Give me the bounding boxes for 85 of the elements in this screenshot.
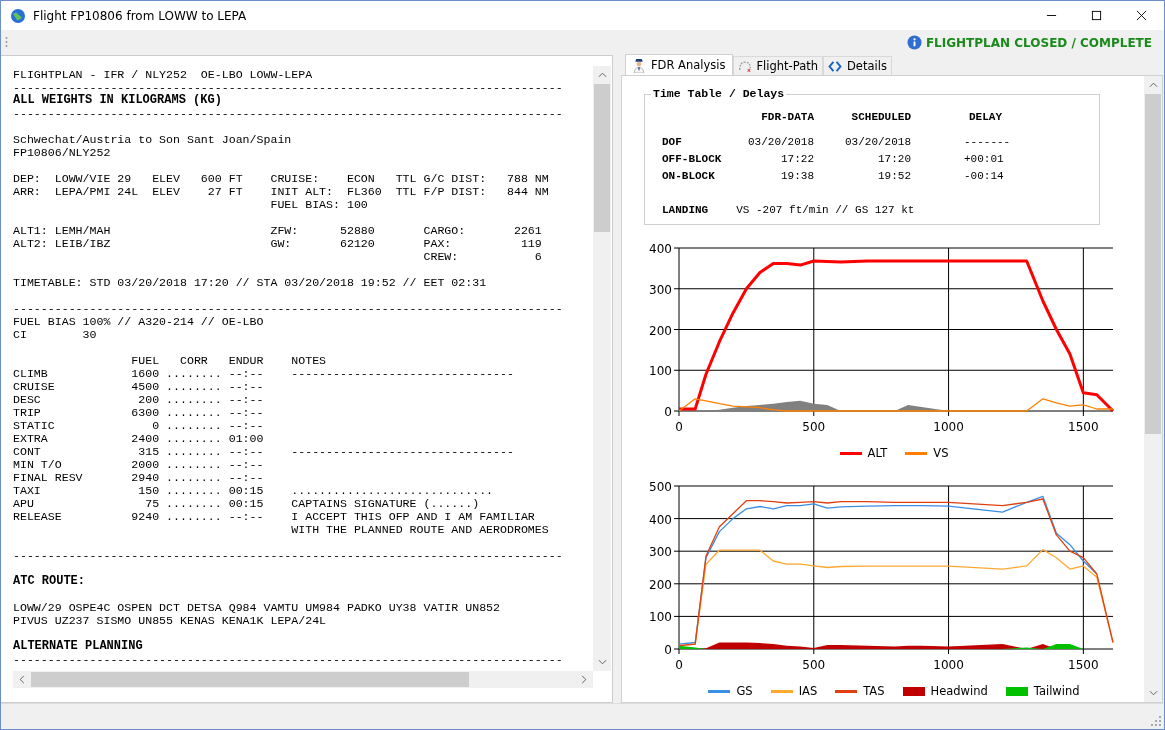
x-tick-label: 0 — [675, 658, 683, 672]
text-line: ------------------------------------------------------------------------------- — [13, 653, 564, 666]
text-line: ALT2: LEIB/IBZ GW: 62120 PAX: 119 — [13, 237, 543, 250]
y-tick-label: 0 — [664, 405, 672, 419]
window-title: Flight FP10806 from LOWW to LEPA — [33, 8, 247, 23]
y-tick-label: 100 — [649, 610, 672, 625]
text-line: FUEL BIAS 100% // A320-214 // OE-LBO — [13, 315, 265, 328]
text-line: LOWW/29 OSPE4C OSPEN DCT DETSA Q984 VAMTU UM984 PADKO UY38 VATIR UN852 — [13, 601, 502, 614]
table-cell-text: +00:01 — [963, 153, 1005, 165]
text-line: TIMETABLE: STD 03/20/2018 17:20 // STA 03/20/2018 19:52 // EET 02:31 — [13, 276, 488, 289]
text-line: WITH THE PLANNED ROUTE AND AERODROMES — [290, 523, 550, 536]
text-line: STATIC 0 ........ --:-- — [13, 419, 265, 432]
text-line: ALTERNATE PLANNING — [13, 640, 144, 653]
table-cell-text: 19:38 — [780, 170, 814, 182]
text-line: FLIGHTPLAN - IFR / NLY252 OE-LBO LOWW-LEPA — [13, 68, 314, 81]
text-line: CLIMB 1600 ........ --:-- -------------------------------- — [13, 367, 515, 380]
x-tick-label: 1500 — [1068, 658, 1099, 672]
table-cell-text: 03/20/2018 — [844, 136, 911, 148]
x-tick-label: 500 — [802, 658, 826, 672]
text-line: APU 75 ........ 00:15 CAPTAINS SIGNATURE (......) — [13, 497, 481, 510]
x-tick-label: 1000 — [933, 420, 964, 434]
text-line: ARR: LEPA/PMI 24L ELEV 27 FT INIT ALT: FL360 TTL F/P DIST: 844 NM — [13, 185, 550, 198]
text-line: ATC ROUTE: — [13, 575, 86, 588]
column-header: SCHEDULED — [850, 111, 911, 123]
text-line: ------------------------------------------------------------------------------- — [13, 81, 564, 94]
y-tick-label: 300 — [649, 282, 672, 297]
text-line: ALT1: LEMH/MAH ZFW: 52880 CARGO: 2261 — [13, 224, 543, 237]
legend-label: Headwind — [930, 684, 988, 698]
text-line: MIN T/O 2000 ........ --:-- — [13, 458, 265, 471]
legend-label: ALT — [867, 446, 888, 460]
x-tick-label: 0 — [675, 420, 683, 434]
group-title: Time Table / Delays — [651, 87, 787, 100]
y-tick-label: 500 — [649, 480, 672, 494]
row-label: DOF — [662, 136, 683, 148]
text-line: ------------------------------------------------------------------------------- — [13, 302, 564, 315]
text-line: CRUISE 4500 ........ --:-- — [13, 380, 265, 393]
text-line: CONT 315 ........ --:-- -------------------------------- — [13, 445, 515, 458]
table-cell-text: 03/20/2018 — [747, 136, 814, 148]
legend-label: IAS — [798, 684, 818, 698]
text-line: TAXI 150 ........ 00:15 ............................. — [13, 484, 495, 497]
tab[interactable]: Details — [823, 56, 892, 75]
row-label: ON-BLOCK — [662, 170, 716, 182]
text-line: Schwechat/Austria to Son Sant Joan/Spain — [13, 133, 293, 146]
x-tick-label: 1500 — [1068, 420, 1099, 434]
row-label: OFF-BLOCK — [662, 153, 723, 165]
text-line: FINAL RESV 2940 ........ --:-- — [13, 471, 265, 484]
legend-label: VS — [933, 446, 949, 460]
row-label: LANDING — [662, 204, 709, 216]
tab[interactable]: Flight-Path — [732, 56, 823, 75]
text-line: FUEL BIAS: 100 — [269, 198, 369, 211]
legend-label: Tailwind — [1033, 684, 1080, 698]
table-cell-text: 19:52 — [877, 170, 911, 182]
text-line: PIVUS UZ237 SISMO UN855 KENAS KENA1K LEPA/24L — [13, 614, 328, 627]
text-line: CI 30 — [13, 328, 98, 341]
table-cell-text: -00:14 — [963, 170, 1005, 182]
table-cell-text: 17:20 — [877, 153, 911, 165]
landing-value: VS -207 ft/min // GS 127 kt — [736, 204, 915, 216]
y-tick-label: 400 — [649, 512, 672, 527]
y-tick-label: 200 — [649, 577, 672, 592]
status-text: FLIGHTPLAN CLOSED / COMPLETE — [925, 35, 1152, 50]
column-header: DELAY — [968, 111, 1003, 123]
text-line: TRIP 6300 ........ --:-- — [13, 406, 265, 419]
text-line: ALL WEIGHTS IN KILOGRAMS (KG) — [13, 94, 223, 107]
x-tick-label: 1000 — [933, 658, 964, 672]
table-cell-text: 17:22 — [780, 153, 814, 165]
text-line: EXTRA 2400 ........ 01:00 — [13, 432, 265, 445]
text-line: FUEL CORR ENDUR NOTES — [130, 354, 328, 367]
column-header: FDR-DATA — [760, 111, 814, 123]
y-tick-label: 400 — [649, 242, 672, 256]
y-tick-label: 0 — [664, 643, 672, 657]
text-line: ------------------------------------------------------------------------------- — [13, 549, 564, 562]
y-tick-label: 300 — [649, 545, 672, 560]
text-line: DESC 200 ........ --:-- — [13, 393, 265, 406]
text-line: ------------------------------------------------------------------------------- — [13, 107, 564, 120]
x-tick-label: 500 — [802, 420, 826, 434]
legend-label: TAS — [863, 684, 885, 698]
text-line: FP10806/NLY252 — [13, 146, 112, 159]
tab[interactable]: FDR Analysis — [625, 54, 733, 75]
y-tick-label: 200 — [649, 323, 672, 338]
text-line: RELEASE 9240 ........ --:-- I ACCEPT THIS OFP AND I AM FAMILIAR — [13, 510, 536, 523]
text-line: CREW: 6 — [422, 250, 543, 263]
y-tick-label: 100 — [649, 364, 672, 379]
table-cell-text: ------- — [963, 136, 1012, 148]
legend-label: GS — [736, 684, 753, 698]
text-line: DEP: LOWW/VIE 29 ELEV 600 FT CRUISE: ECON TTL G/C DIST: 788 NM — [13, 172, 550, 185]
